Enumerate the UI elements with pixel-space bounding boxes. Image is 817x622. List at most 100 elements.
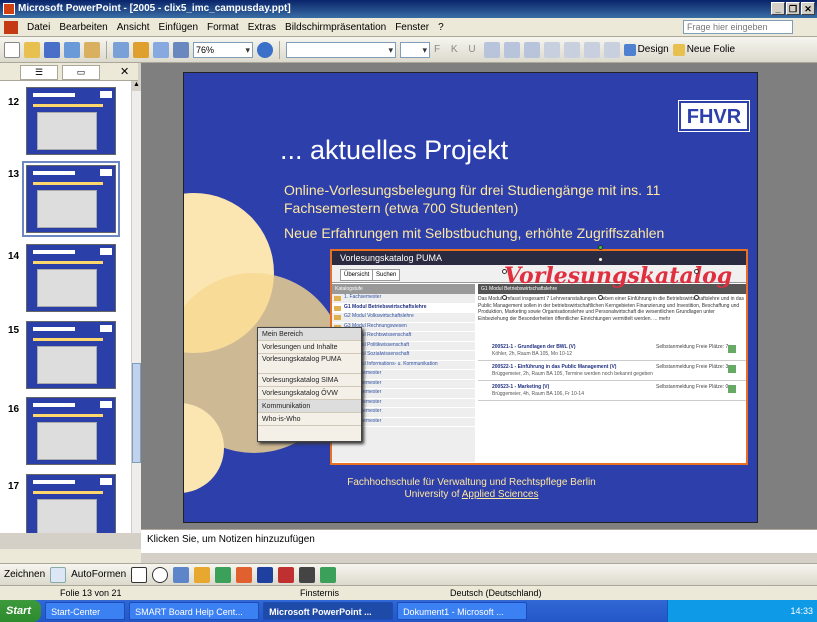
undo-icon[interactable] — [113, 41, 129, 58]
menu-einfuegen[interactable]: Einfügen — [159, 22, 198, 33]
select-pointer-icon[interactable] — [50, 566, 67, 583]
slide-bullet-2[interactable]: Neue Erfahrungen mit Selbstbuchung, erhö… — [284, 225, 664, 241]
task-word[interactable]: Dokument1 - Microsoft ... — [397, 602, 528, 620]
menu-format[interactable]: Format — [207, 22, 239, 33]
save-icon[interactable] — [44, 41, 60, 58]
menu-datei[interactable]: Datei — [27, 22, 50, 33]
slide-thumbnail[interactable] — [26, 397, 116, 465]
slide-canvas[interactable]: FHVR ... aktuelles Projekt Online-Vorles… — [183, 72, 758, 523]
draw-menu-button[interactable]: Zeichnen — [4, 569, 45, 580]
align-left-icon[interactable] — [483, 41, 500, 58]
indent-icon[interactable] — [603, 41, 620, 58]
new-icon[interactable] — [4, 41, 20, 58]
help-icon[interactable] — [257, 41, 273, 58]
footer-line-1: Fachhochschule für Verwaltung und Rechts… — [347, 477, 596, 488]
tab-outline[interactable]: ☰ — [20, 65, 58, 80]
font-color-icon[interactable] — [278, 566, 295, 583]
font-select[interactable] — [286, 41, 396, 58]
slide-title[interactable]: ... aktuelles Projekt — [280, 135, 508, 166]
close-button[interactable]: ✕ — [801, 2, 815, 15]
menu-extras[interactable]: Extras — [248, 22, 276, 33]
scroll-up-icon[interactable]: ▲ — [132, 81, 141, 91]
slide-thumbnail[interactable] — [26, 87, 116, 155]
slide-number: 17 — [8, 481, 20, 492]
menu-bildschirmpraesentation[interactable]: Bildschirmpräsentation — [285, 22, 386, 33]
grid-icon[interactable] — [173, 41, 189, 58]
close-pane-icon[interactable]: ✕ — [120, 65, 129, 78]
zoom-select[interactable]: 76% — [193, 41, 253, 58]
help-search-input[interactable]: Frage hier eingeben — [683, 20, 793, 34]
tree-item: G1 Modul Betriebswirtschaftslehre — [332, 303, 475, 313]
print-icon[interactable] — [64, 41, 80, 58]
list-icon[interactable] — [543, 41, 560, 58]
format-buttons[interactable]: F K U — [434, 44, 480, 55]
start-button[interactable]: Start — [0, 600, 42, 622]
textbox-icon[interactable] — [173, 566, 190, 583]
task-start-center[interactable]: Start-Center — [45, 602, 126, 620]
selection-handle[interactable] — [502, 295, 507, 300]
line-style-icon[interactable] — [299, 566, 316, 583]
open-icon[interactable] — [24, 41, 40, 58]
wordart-icon[interactable] — [194, 566, 211, 583]
slide-footer: Fachhochschule für Verwaltung und Rechts… — [184, 477, 757, 501]
document-icon[interactable] — [4, 20, 18, 34]
selection-handle[interactable] — [598, 257, 603, 262]
course-row: 200521-1 - Grundlagen der BWL (V) Köhler… — [478, 341, 746, 361]
clock: 14:33 — [790, 606, 813, 616]
scroll-thumb[interactable] — [132, 363, 141, 463]
ink-annotation[interactable]: Vorlesungskatalog — [504, 263, 732, 297]
design-button[interactable]: Design — [623, 43, 669, 56]
selection-handle[interactable] — [502, 269, 507, 274]
chart-icon[interactable] — [133, 41, 149, 58]
table-icon[interactable] — [153, 41, 169, 58]
notes-field[interactable]: Klicken Sie, um Notizen hinzuzufügen — [141, 529, 817, 553]
paste-icon[interactable] — [84, 41, 100, 58]
selection-handle[interactable] — [694, 269, 699, 274]
oval-icon[interactable] — [152, 566, 169, 583]
selection-handle[interactable] — [694, 295, 699, 300]
system-tray: 14:33 — [667, 600, 817, 622]
font-size-select[interactable] — [400, 41, 430, 58]
menu-help[interactable]: ? — [438, 22, 444, 33]
menu-ansicht[interactable]: Ansicht — [117, 22, 150, 33]
navigation-popup-menu: Mein Bereich Vorlesungen und Inhalte Vor… — [257, 327, 362, 442]
slides-scrollbar[interactable]: ▲ — [131, 81, 141, 533]
minimize-button[interactable]: _ — [771, 2, 785, 15]
task-powerpoint[interactable]: Microsoft PowerPoint ... — [263, 602, 394, 620]
selection-handle[interactable] — [598, 295, 603, 300]
align-right-icon[interactable] — [523, 41, 540, 58]
menu-bearbeiten[interactable]: Bearbeiten — [59, 22, 107, 33]
autoshapes-button[interactable]: AutoFormen — [71, 569, 126, 580]
slide-thumbnail[interactable] — [26, 474, 116, 533]
slide-bullet-1[interactable]: Online-Vorlesungsbelegung für drei Studi… — [284, 181, 724, 217]
status-slide-count: Folie 13 von 21 — [60, 588, 122, 598]
menu-fenster[interactable]: Fenster — [395, 22, 429, 33]
shadow-icon[interactable] — [320, 566, 337, 583]
fill-color-icon[interactable] — [236, 566, 253, 583]
rectangle-icon[interactable] — [131, 566, 148, 583]
pane-tabs: ☰ ▭ ✕ — [0, 63, 138, 81]
window-title: Microsoft PowerPoint - [2005 - clix5_imc… — [18, 3, 291, 14]
new-slide-button[interactable]: Neue Folie — [672, 43, 735, 56]
task-smart-board[interactable]: SMART Board Help Cent... — [129, 602, 260, 620]
view-buttons[interactable] — [0, 549, 141, 563]
font-grow-icon[interactable] — [583, 41, 600, 58]
menu-item-katalog-sima: Vorlesungskatalog SIMA — [258, 374, 361, 387]
menu-item-katalog-oevw: Vorlesungskatalog ÖVW — [258, 387, 361, 400]
numbered-list-icon[interactable] — [563, 41, 580, 58]
slides-pane: 12 13 14 15 16 17 — [0, 81, 138, 533]
slide-thumbnail[interactable] — [26, 321, 116, 389]
module-description: Das Modul umfasst insgesamt 7 Lehrverans… — [478, 296, 744, 322]
restore-button[interactable]: ❐ — [786, 2, 800, 15]
slide-thumbnail[interactable] — [26, 244, 116, 312]
footer-line-2: University of Applied Sciences — [404, 489, 539, 500]
fhvr-logo: FHVR — [679, 101, 749, 131]
rotate-handle[interactable] — [598, 245, 603, 250]
align-center-icon[interactable] — [503, 41, 520, 58]
tab-slides[interactable]: ▭ — [62, 65, 100, 80]
slide-thumbnail-selected[interactable] — [22, 161, 120, 237]
menu-item-vorlesungen: Vorlesungen und Inhalte — [258, 341, 361, 354]
menu-item-katalog-puma: Vorlesungskatalog PUMA — [258, 354, 361, 374]
clipart-icon[interactable] — [215, 566, 232, 583]
line-color-icon[interactable] — [257, 566, 274, 583]
